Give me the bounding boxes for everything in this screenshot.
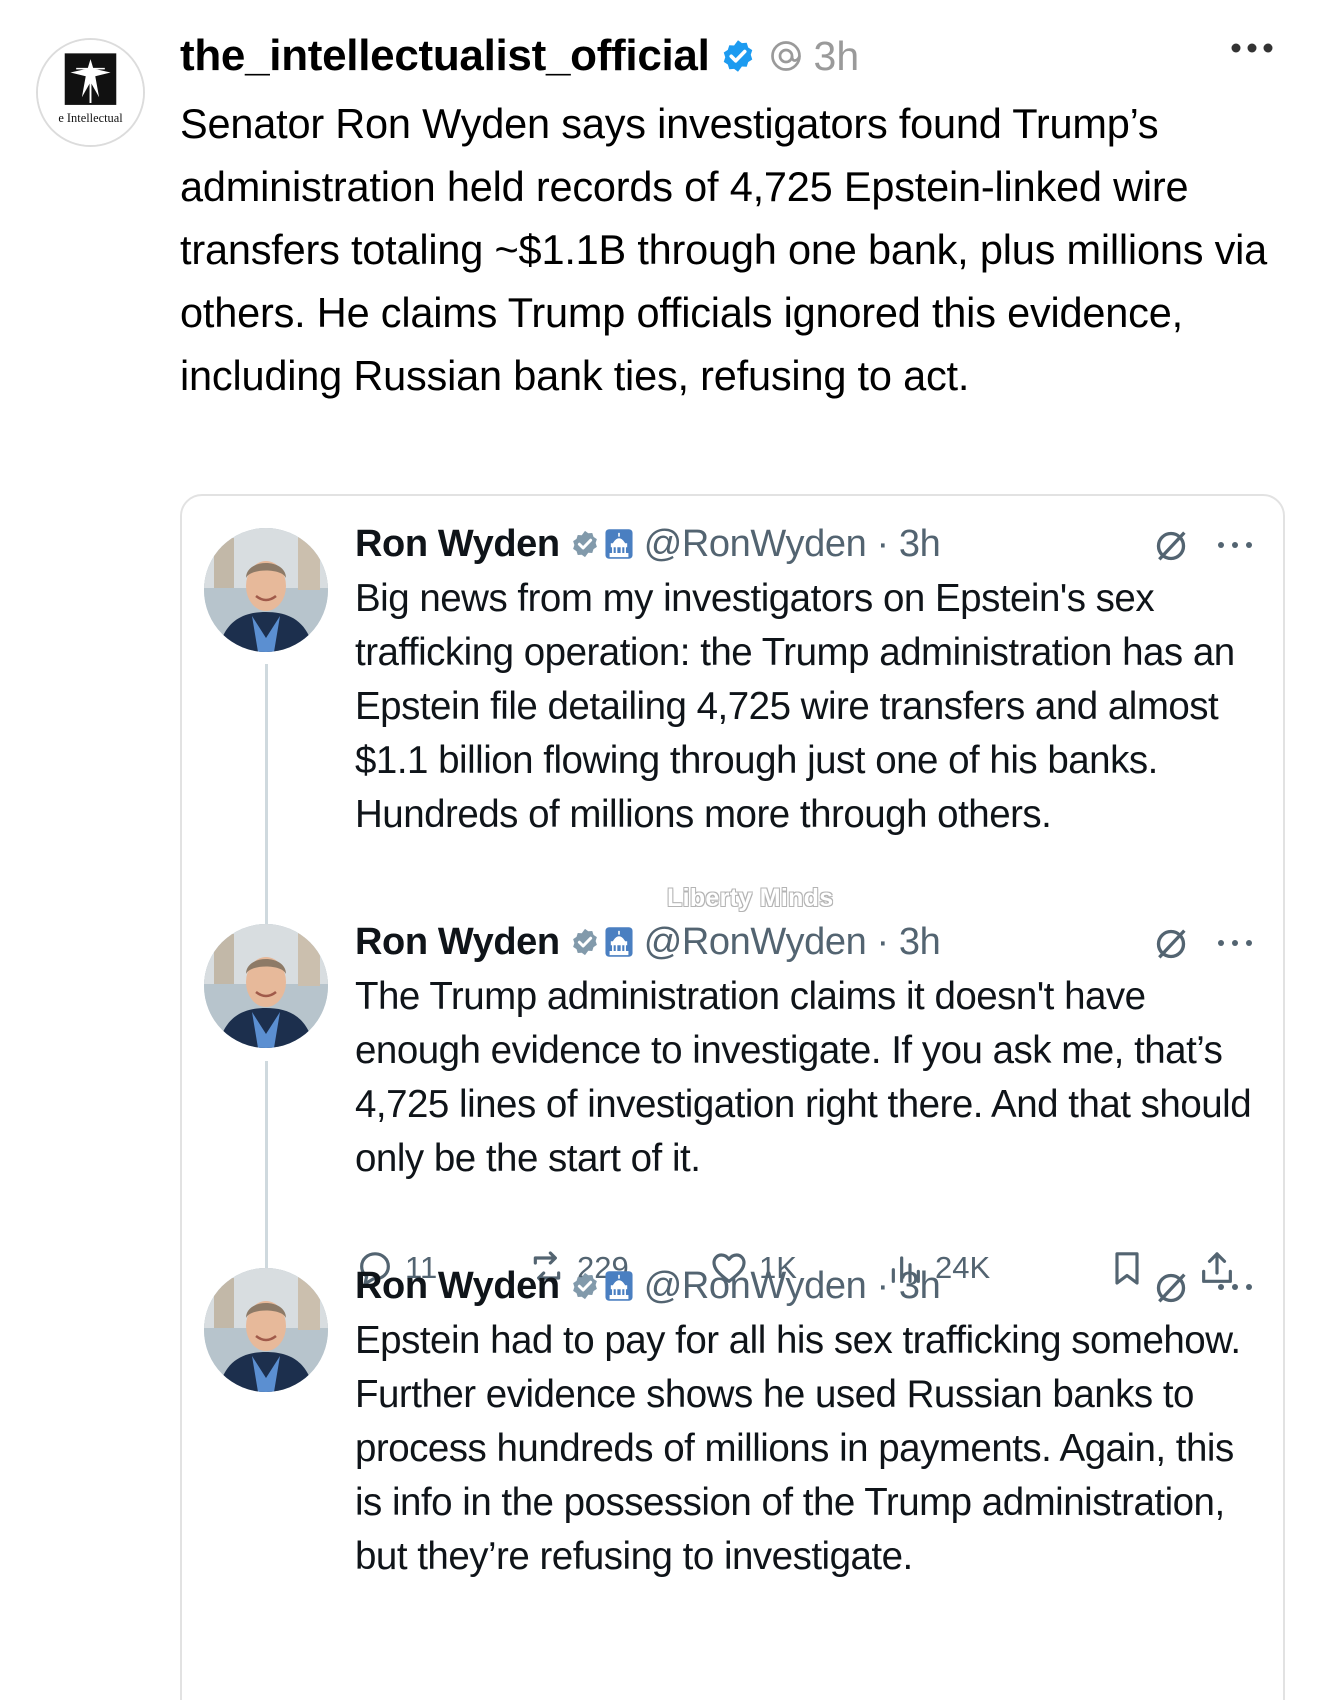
threads-activity-icon (768, 38, 804, 74)
tweet: Ron Wyden @RonWyden · 3h Big news from m… (355, 516, 1265, 842)
tweet-text: The Trump administration claims it doesn… (355, 975, 1252, 1180)
government-capitol-icon (604, 1270, 634, 1302)
tweet-text: Big news from my investigators on Epstei… (355, 577, 1235, 836)
government-capitol-icon (604, 926, 634, 958)
gold-verified-badge-icon (570, 1271, 600, 1301)
gold-verified-badge-icon (570, 927, 600, 957)
tweet: Ron Wyden @RonWyden · 3h Epstein had to … (355, 1258, 1265, 1584)
verified-badge-icon (720, 38, 756, 74)
post-timestamp: 3h (813, 32, 860, 79)
author-avatar[interactable]: e Intellectual (36, 38, 145, 147)
grok-icon[interactable] (1151, 924, 1191, 964)
tweet-header: Ron Wyden @RonWyden · 3h (355, 1258, 1265, 1314)
tweet-more-icon[interactable] (1215, 538, 1255, 552)
gold-verified-badge-icon (570, 529, 600, 559)
username[interactable]: the_intellectualist_official (180, 31, 710, 81)
post-header: the_intellectualist_official 3h (180, 26, 1290, 86)
tweet-handle-time: @RonWyden · 3h (643, 1264, 941, 1307)
tweet-author-name[interactable]: Ron Wyden (355, 523, 560, 566)
tweet-author-name[interactable]: Ron Wyden (355, 921, 560, 964)
tweet: Ron Wyden @RonWyden · 3h The Trump admin… (355, 914, 1265, 1186)
tweet-avatar[interactable] (204, 1268, 328, 1392)
more-options-icon[interactable] (1228, 38, 1276, 58)
watermark: Liberty Minds (667, 884, 834, 912)
tweet-more-icon[interactable] (1215, 936, 1255, 950)
tweet-avatar[interactable] (204, 528, 328, 652)
tweet-handle-time: @RonWyden · 3h (643, 920, 941, 963)
grok-icon[interactable] (1151, 1268, 1191, 1308)
thread-connector (265, 664, 268, 924)
tweet-handle-time: @RonWyden · 3h (643, 522, 941, 565)
embedded-image[interactable]: Ron Wyden @RonWyden · 3h Big news from m… (180, 494, 1285, 1700)
svg-text:e Intellectual: e Intellectual (58, 111, 123, 125)
grok-icon[interactable] (1151, 526, 1191, 566)
tweet-avatar[interactable] (204, 924, 328, 1048)
tweet-author-name[interactable]: Ron Wyden (355, 1265, 560, 1308)
intellectualist-logo: e Intellectual (38, 40, 143, 145)
tweet-header: Ron Wyden @RonWyden · 3h (355, 516, 1265, 572)
threads-post: e Intellectual the_intellectualist_offic… (0, 0, 1320, 1700)
government-capitol-icon (604, 528, 634, 560)
tweet-header: Ron Wyden @RonWyden · 3h (355, 914, 1265, 970)
tweet-more-icon[interactable] (1215, 1280, 1255, 1294)
post-caption: Senator Ron Wyden says investigators fou… (180, 100, 1268, 399)
tweet-text: Epstein had to pay for all his sex traff… (355, 1319, 1241, 1578)
